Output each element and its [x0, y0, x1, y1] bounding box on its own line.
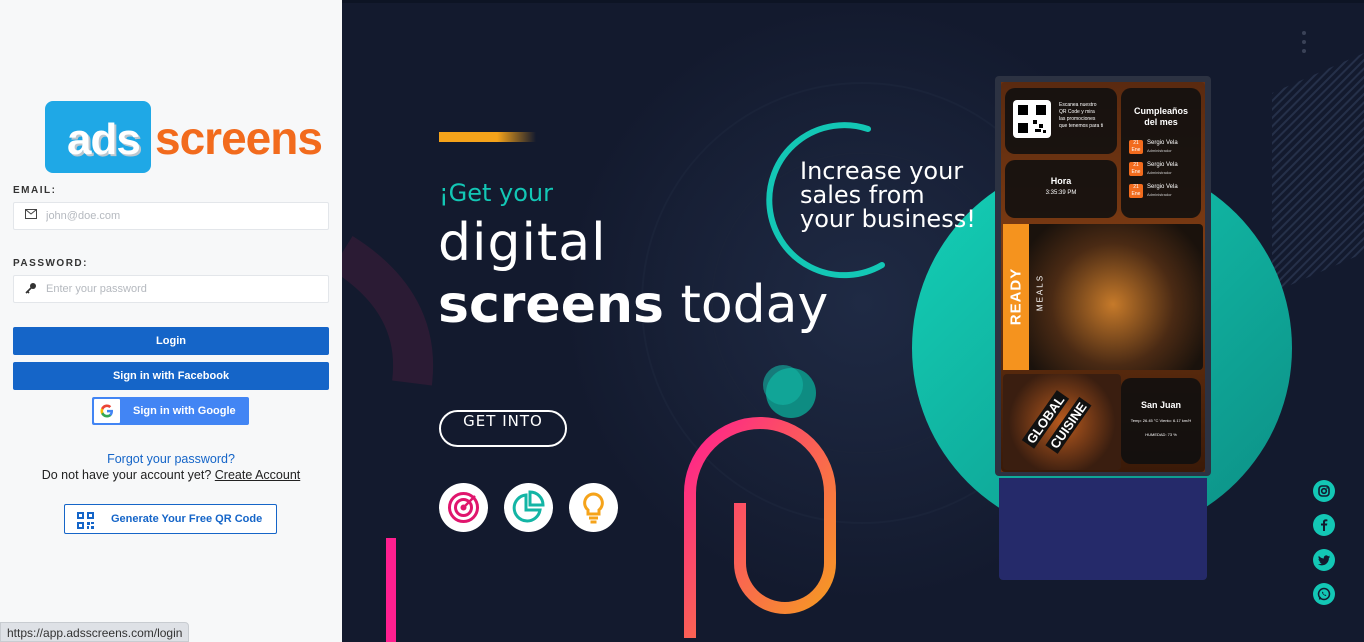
kiosk-birthdays-title: del mes [1144, 117, 1178, 127]
tagline-line: Increase your [800, 157, 964, 185]
logo-screens: screens [155, 112, 323, 164]
more-menu-icon[interactable] [1302, 31, 1308, 55]
kiosk-qr-panel: Escanea nuestro QR Code y mira las promo… [1005, 88, 1117, 154]
kiosk-weather-line: Temp: 26.45 °C Viento: 6.17 km/H [1130, 418, 1192, 423]
bday-month: Ene [1131, 147, 1141, 153]
forgot-password-link[interactable]: Forgot your password? [0, 452, 342, 466]
kiosk-screen: Escanea nuestro QR Code y mira las promo… [1001, 82, 1205, 472]
bday-name: Sergio Vela [1147, 184, 1178, 190]
digital-kiosk-image: Escanea nuestro QR Code y mira las promo… [995, 76, 1211, 588]
email-input[interactable] [46, 207, 316, 225]
bday-role: Administrador [1147, 170, 1172, 175]
tagline: Increase your sales from your business! [800, 159, 976, 231]
bday-day: 21 [1133, 140, 1139, 146]
kiosk-weather-city: San Juan [1140, 400, 1181, 410]
kiosk-food-image [1003, 224, 1203, 370]
kiosk-meals-text: MEALS [1035, 273, 1045, 312]
bday-role: Administrador [1147, 192, 1172, 197]
hero-line-3-bold: screens [438, 275, 664, 335]
kiosk-base [999, 478, 1207, 580]
twitter-icon[interactable] [1313, 549, 1335, 571]
kiosk-birthday-item: 21 Ene Sergio Vela Administrador [1129, 184, 1199, 206]
kiosk-qr-text: QR Code y mira [1059, 109, 1095, 115]
status-bar-url: https://app.adsscreens.com/login [0, 622, 189, 642]
key-icon [25, 282, 39, 296]
qr-button-label: Generate Your Free QR Code [111, 513, 263, 525]
hero-line-3: screens today [438, 275, 828, 335]
hero-line-2: digital [438, 213, 607, 273]
hero-line-1: ¡Get your [439, 179, 553, 207]
qr-code-icon [77, 512, 94, 529]
envelope-icon [25, 209, 39, 223]
accent-bar [439, 132, 536, 142]
instagram-icon[interactable] [1313, 480, 1335, 502]
bday-month: Ene [1131, 169, 1141, 175]
kiosk-birthdays-title: Cumpleaños [1133, 106, 1188, 116]
kiosk-ready-text: READY [1007, 267, 1025, 326]
pie-chart-icon [504, 483, 553, 532]
bday-name: Sergio Vela [1147, 140, 1178, 146]
adscreens-logo: ads screens [45, 101, 323, 173]
no-account-text: Do not have your account yet? [41, 468, 212, 482]
get-into-button[interactable]: GET INTO [439, 410, 567, 447]
email-field-wrapper [13, 202, 329, 230]
hero-panel: ¡Get your digital screens today GET INTO… [342, 3, 1364, 642]
facebook-signin-button[interactable]: Sign in with Facebook [13, 362, 329, 390]
kiosk-birthday-list: 21 Ene Sergio Vela Administrador 21 Ene Se… [1129, 140, 1199, 206]
facebook-icon[interactable] [1313, 514, 1335, 536]
google-signin-button[interactable]: Sign in with Google [92, 397, 249, 425]
google-button-label: Sign in with Google [133, 405, 236, 417]
bday-day: 21 [1133, 162, 1139, 168]
target-icon [439, 483, 488, 532]
kiosk-qr-code [1013, 100, 1051, 138]
password-field-wrapper [13, 275, 329, 303]
bday-month: Ene [1131, 191, 1141, 197]
generate-qr-button[interactable]: Generate Your Free QR Code [64, 504, 277, 534]
bday-day: 21 [1133, 184, 1139, 190]
kiosk-qr-text: Escanea nuestro [1059, 102, 1097, 108]
kiosk-weather-panel: San Juan Temp: 26.45 °C Viento: 6.17 km/… [1121, 378, 1201, 464]
kiosk-time-panel: Hora 3:35:39 PM [1005, 160, 1117, 218]
kiosk-birthday-item: 21 Ene Sergio Vela Administrador [1129, 140, 1199, 162]
kiosk-qr-text: las promociones [1059, 116, 1096, 122]
kiosk-qr-text: que tenemos para ti [1059, 123, 1104, 129]
kiosk-birthdays-panel: Cumpleaños del mes 21 Ene Sergio Vela Adm… [1121, 88, 1201, 218]
create-account-link[interactable]: Create Account [215, 468, 300, 482]
logo-ads: ads [67, 115, 141, 164]
kiosk-humidity: HUMEDAD: 73 % [1145, 432, 1177, 437]
login-button[interactable]: Login [13, 327, 329, 355]
kiosk-birthday-item: 21 Ene Sergio Vela Administrador [1129, 162, 1199, 184]
password-input[interactable] [46, 280, 316, 298]
lightbulb-icon [569, 483, 618, 532]
kiosk-time-label: Hora [1050, 176, 1072, 186]
hero-line-3-rest: today [663, 275, 829, 335]
tagline-line: your business! [800, 205, 976, 233]
login-panel: ads screens EMAIL: PASSWORD: Login Sign … [0, 0, 342, 642]
bday-name: Sergio Vela [1147, 162, 1178, 168]
kiosk-time-value: 3:35:39 PM [1045, 190, 1077, 196]
email-label: EMAIL: [13, 185, 57, 196]
password-label: PASSWORD: [13, 258, 88, 269]
signup-line: Do not have your account yet? Create Acc… [0, 468, 342, 482]
google-icon [94, 399, 120, 423]
whatsapp-icon[interactable] [1313, 583, 1335, 605]
tagline-line: sales from [800, 181, 925, 209]
bday-role: Administrador [1147, 148, 1172, 153]
